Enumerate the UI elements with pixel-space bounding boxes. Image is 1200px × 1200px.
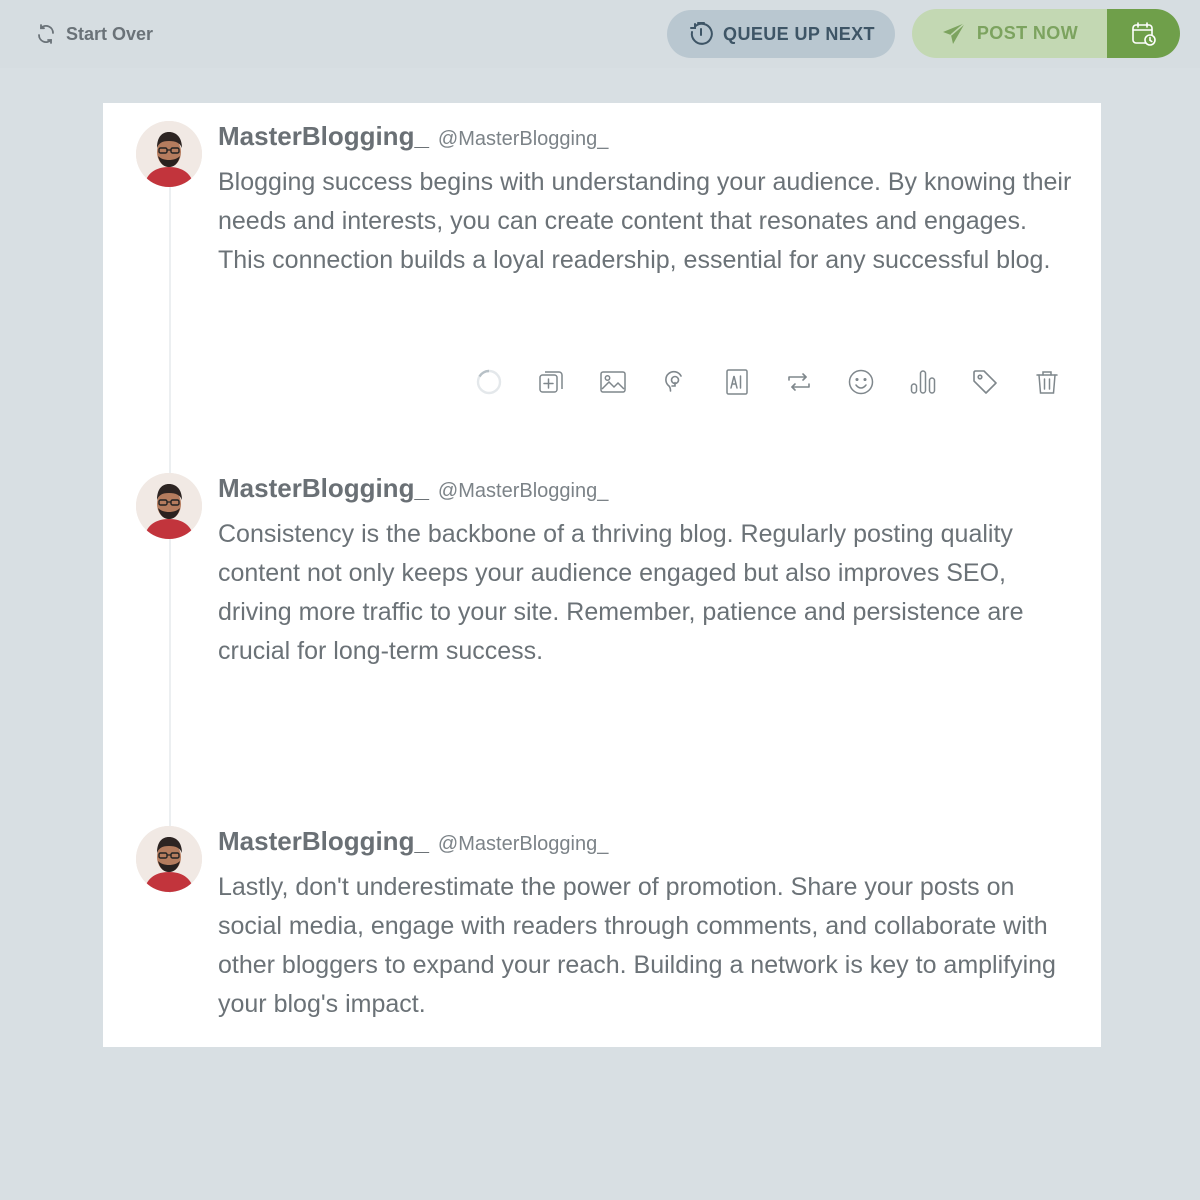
- tweet-text[interactable]: Blogging success begins with understandi…: [218, 163, 1078, 280]
- trash-icon[interactable]: [1033, 367, 1061, 397]
- avatar: [136, 826, 202, 892]
- start-over-button[interactable]: Start Over: [34, 20, 153, 48]
- tweet-toolbar: [475, 365, 1061, 399]
- display-name: MasterBlogging_: [218, 826, 429, 856]
- refresh-icon: [38, 24, 54, 44]
- handle: @MasterBlogging_: [437, 833, 609, 855]
- poll-icon[interactable]: [909, 367, 937, 397]
- queue-up-next-button[interactable]: QUEUE UP NEXT: [667, 10, 895, 58]
- image-icon[interactable]: [599, 367, 627, 397]
- emoji-icon[interactable]: [847, 367, 875, 397]
- post-button-group: POST NOW: [912, 9, 1180, 58]
- avatar: [136, 121, 202, 187]
- thread-tweet[interactable]: MasterBlogging_ @MasterBlogging_ Lastly,…: [103, 826, 1101, 1026]
- add-tweet-icon[interactable]: [537, 367, 565, 397]
- thread-tweet[interactable]: MasterBlogging_ @MasterBlogging_ Bloggin…: [103, 121, 1101, 411]
- character-count-icon: [475, 367, 503, 397]
- handle: @MasterBlogging_: [437, 480, 609, 502]
- tag-icon[interactable]: [971, 367, 999, 397]
- post-now-button[interactable]: POST NOW: [912, 9, 1107, 58]
- tweet-text[interactable]: Lastly, don't underestimate the power of…: [218, 868, 1078, 1024]
- handle: @MasterBlogging_: [437, 128, 609, 150]
- post-now-label: POST NOW: [976, 23, 1079, 43]
- tweet-header: MasterBlogging_ @MasterBlogging_: [218, 826, 608, 860]
- queue-up-next-label: QUEUE UP NEXT: [723, 23, 875, 44]
- display-name: MasterBlogging_: [218, 473, 429, 503]
- tweet-header: MasterBlogging_ @MasterBlogging_: [218, 121, 608, 155]
- display-name: MasterBlogging_: [218, 121, 429, 151]
- gif-icon[interactable]: [661, 367, 689, 397]
- tweet-header: MasterBlogging_ @MasterBlogging_: [218, 473, 608, 507]
- ai-icon[interactable]: [723, 367, 751, 397]
- paper-plane-icon: [942, 21, 966, 44]
- avatar: [136, 473, 202, 539]
- start-over-label: Start Over: [66, 23, 154, 44]
- schedule-button[interactable]: [1107, 9, 1180, 58]
- thread-card: MasterBlogging_ @MasterBlogging_ Bloggin…: [103, 103, 1101, 1047]
- retweet-icon[interactable]: [785, 367, 813, 397]
- stopwatch-icon: [690, 22, 713, 45]
- thread-tweet[interactable]: MasterBlogging_ @MasterBlogging_ Consist…: [103, 473, 1101, 673]
- calendar-clock-icon: [1131, 21, 1156, 46]
- top-bar: Start Over QUEUE UP NEXT POST NOW: [0, 0, 1200, 68]
- tweet-text[interactable]: Consistency is the backbone of a thrivin…: [218, 515, 1078, 671]
